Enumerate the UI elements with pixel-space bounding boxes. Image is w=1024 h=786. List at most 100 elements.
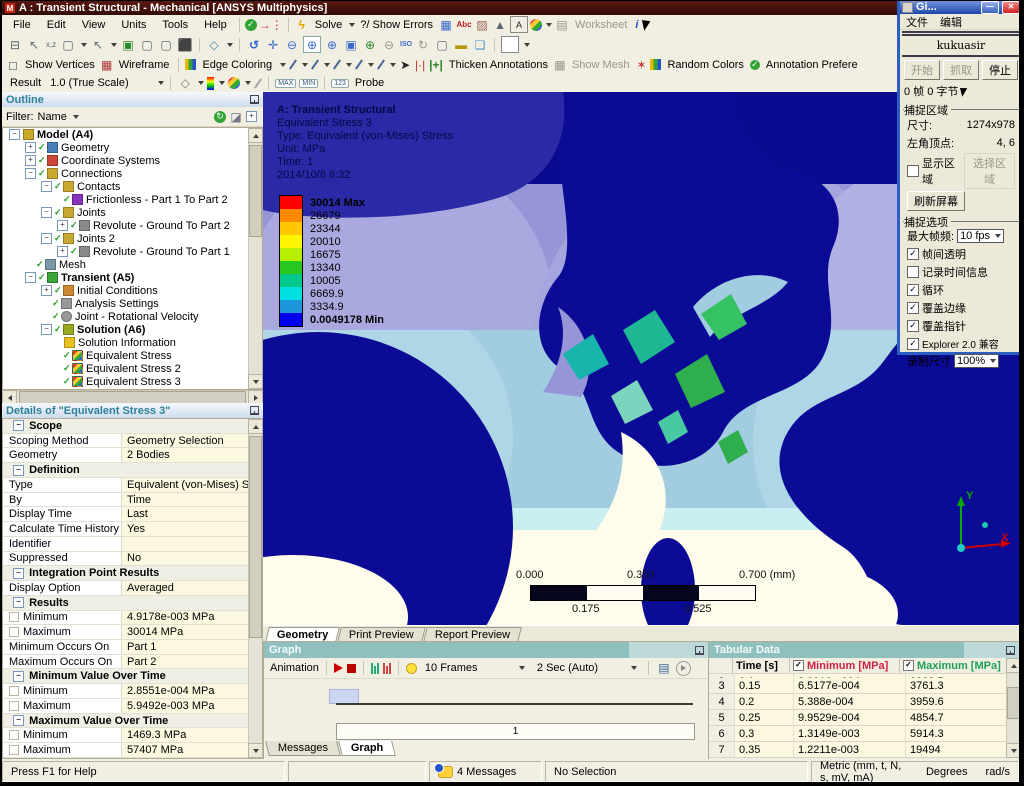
menu-edit[interactable]: Edit bbox=[40, 17, 73, 33]
tree-item-model[interactable]: −Model (A4) bbox=[3, 128, 262, 141]
edge-option-5-dropdown-icon[interactable] bbox=[390, 63, 396, 67]
ruler-icon[interactable]: ▬ bbox=[453, 37, 469, 52]
scroll-up-icon[interactable] bbox=[1006, 658, 1020, 673]
scroll-down-icon[interactable] bbox=[248, 374, 263, 389]
iso-view-icon[interactable]: ◇ bbox=[206, 37, 222, 52]
label-icon[interactable]: A bbox=[510, 16, 528, 33]
collapse-icon[interactable]: − bbox=[9, 129, 20, 140]
scroll-up-icon[interactable] bbox=[248, 128, 263, 143]
wireframe-button[interactable]: Wireframe bbox=[116, 59, 173, 71]
update-icon[interactable] bbox=[406, 663, 417, 674]
filter-select[interactable]: Name bbox=[38, 111, 67, 123]
table-row[interactable]: 40.25.388e-0043959.6 bbox=[709, 694, 1020, 710]
expand-icon[interactable]: + bbox=[25, 155, 36, 166]
tree-item-connections[interactable]: −✓Connections bbox=[3, 167, 262, 180]
details-section[interactable]: − Scope bbox=[3, 419, 262, 434]
expand-icon[interactable]: + bbox=[57, 220, 68, 231]
remote-points-icon[interactable]: →⋮ bbox=[259, 17, 283, 32]
viewports-icon[interactable]: ▢ bbox=[434, 37, 450, 52]
capture-menu-file[interactable]: 文件 bbox=[906, 14, 928, 30]
collapse-icon[interactable]: − bbox=[13, 420, 24, 431]
smooth-contour-dropdown-icon[interactable] bbox=[245, 81, 251, 85]
result-scale-dropdown-icon[interactable] bbox=[158, 81, 164, 85]
tree-item-equivalent-stress-2[interactable]: ✓Equivalent Stress 2 bbox=[3, 362, 262, 375]
checkbox-icon[interactable] bbox=[9, 627, 19, 637]
select-vertices-icon[interactable]: ▣ bbox=[120, 37, 136, 52]
menu-tools[interactable]: Tools bbox=[155, 17, 195, 33]
edge-option-1-dropdown-icon[interactable] bbox=[302, 63, 308, 67]
xyz-label-icon[interactable]: x,z bbox=[45, 37, 57, 52]
scroll-up-icon[interactable] bbox=[248, 419, 263, 434]
collapse-icon[interactable]: − bbox=[13, 568, 24, 579]
details-section[interactable]: − Definition bbox=[3, 463, 262, 478]
menu-view[interactable]: View bbox=[75, 17, 113, 33]
show-vertices-button[interactable]: Show Vertices bbox=[22, 59, 98, 71]
tree-item-solution[interactable]: −✓Solution (A6) bbox=[3, 323, 262, 336]
pan-icon[interactable]: ✛ bbox=[265, 37, 281, 52]
tree-item-contacts[interactable]: −✓Contacts bbox=[3, 180, 262, 193]
collapse-icon[interactable]: − bbox=[41, 181, 52, 192]
select-edges-icon[interactable]: ▢ bbox=[139, 37, 155, 52]
scroll-thumb[interactable] bbox=[249, 436, 262, 638]
refresh-screen-button[interactable]: 刷新屏幕 bbox=[907, 191, 965, 211]
checkbox-icon[interactable] bbox=[9, 701, 19, 711]
image-dropdown-icon[interactable] bbox=[546, 23, 552, 27]
checkbox-icon[interactable] bbox=[9, 686, 19, 696]
expand-all-icon[interactable]: + bbox=[246, 111, 257, 122]
checkbox-icon[interactable] bbox=[9, 745, 19, 755]
loop-checkbox[interactable]: ✓ bbox=[907, 284, 919, 296]
tree-item-frictionless[interactable]: ✓Frictionless - Part 1 To Part 2 bbox=[3, 193, 262, 206]
zoom-out-icon[interactable]: ⊖ bbox=[284, 37, 300, 52]
edge-option-2-dropdown-icon[interactable] bbox=[324, 63, 330, 67]
contour-bands-icon[interactable] bbox=[207, 77, 214, 90]
select-mode-dropdown-icon[interactable] bbox=[81, 43, 87, 47]
collapse-icon[interactable]: − bbox=[13, 671, 24, 682]
collapse-icon[interactable]: − bbox=[25, 272, 36, 283]
contour-dropdown-icon[interactable] bbox=[219, 81, 225, 85]
expand-icon[interactable]: + bbox=[57, 246, 68, 257]
chart-icon[interactable]: ▨ bbox=[474, 17, 490, 32]
rotate-icon[interactable]: ↺ bbox=[246, 37, 262, 52]
frames-select[interactable]: 10 Frames bbox=[421, 661, 529, 675]
pin-icon[interactable] bbox=[250, 95, 259, 104]
col-maximum[interactable]: ✓Maximum [MPa] bbox=[900, 658, 1010, 673]
comment-icon[interactable]: ▲ bbox=[492, 17, 508, 32]
tree-item-equivalent-stress[interactable]: ✓Equivalent Stress bbox=[3, 349, 262, 362]
status-messages[interactable]: 4 Messages bbox=[429, 761, 542, 782]
collapse-icon[interactable]: − bbox=[41, 233, 52, 244]
scroll-thumb[interactable] bbox=[249, 145, 262, 237]
viewport-layout-dropdown-icon[interactable] bbox=[524, 43, 530, 47]
pin-icon[interactable] bbox=[695, 646, 704, 655]
capture-menu-edit[interactable]: 编辑 bbox=[940, 14, 962, 30]
min-annotation-button[interactable]: MIN bbox=[299, 79, 318, 88]
max-annotation-button[interactable]: MAX bbox=[275, 79, 296, 88]
select-region-button[interactable]: 选择区域 bbox=[964, 153, 1015, 189]
result-sets-icon[interactable] bbox=[371, 663, 379, 674]
table-row[interactable]: 30.156.5177e-0043761.3 bbox=[709, 678, 1020, 694]
timeline-segment-highlight[interactable] bbox=[329, 689, 359, 704]
zoom-icon[interactable]: ⊕ bbox=[324, 37, 340, 52]
checkbox-checked-icon[interactable]: ✓ bbox=[903, 660, 914, 671]
transparent-checkbox[interactable]: ✓ bbox=[907, 248, 919, 260]
select-faces-icon[interactable]: ▢ bbox=[158, 37, 174, 52]
mesh-star-icon[interactable]: ✶ bbox=[635, 57, 647, 72]
details-section[interactable]: − Minimum Value Over Time bbox=[3, 669, 262, 684]
connect-status-icon[interactable]: ✓ bbox=[245, 19, 257, 31]
info-button[interactable]: i bbox=[632, 19, 641, 31]
thin-annotation-icon[interactable]: |·| bbox=[414, 57, 426, 72]
menu-help[interactable]: Help bbox=[197, 17, 234, 33]
refresh-tree-icon[interactable]: ↻ bbox=[214, 111, 226, 123]
new-section-plane-icon[interactable]: ▦ bbox=[438, 17, 454, 32]
timestamp-checkbox[interactable] bbox=[907, 266, 919, 278]
tab-graph[interactable]: Graph bbox=[338, 741, 396, 756]
tree-item-joint-rotational-velocity[interactable]: ✓Joint - Rotational Velocity bbox=[3, 310, 262, 323]
view-dropdown-icon[interactable] bbox=[227, 43, 233, 47]
show-errors-button[interactable]: ?/ Show Errors bbox=[357, 19, 436, 31]
expand-icon[interactable]: + bbox=[41, 285, 52, 296]
tab-report-preview[interactable]: Report Preview bbox=[423, 627, 522, 642]
edge-option-3-dropdown-icon[interactable] bbox=[346, 63, 352, 67]
select-mode-icon[interactable]: ▢ bbox=[60, 37, 76, 52]
close-button[interactable]: ✕ bbox=[1002, 1, 1020, 14]
cursor-mode-icon[interactable]: ↖ bbox=[90, 37, 106, 52]
outline-vertical-scrollbar[interactable] bbox=[248, 128, 262, 389]
